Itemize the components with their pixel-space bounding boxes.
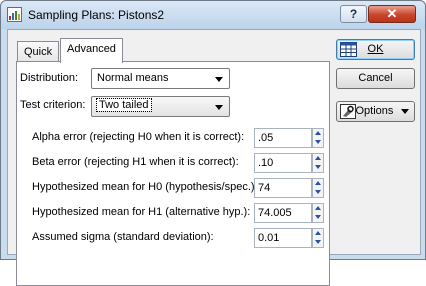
alpha-error-field[interactable]: .05 <box>254 128 312 148</box>
sigma-label: Assumed sigma (standard deviation): <box>32 231 214 243</box>
spin-up-icon <box>315 156 321 160</box>
cancel-button[interactable]: Cancel <box>336 68 415 89</box>
beta-error-field[interactable]: .10 <box>254 153 312 173</box>
h0-mean-spinner[interactable] <box>312 178 324 198</box>
spin-down-icon <box>315 165 321 169</box>
cancel-button-label: Cancel <box>358 72 393 84</box>
h0-mean-field[interactable]: 74 <box>254 178 312 198</box>
help-button[interactable]: ? <box>340 5 367 23</box>
test-criterion-select[interactable]: Two tailed <box>91 96 230 117</box>
advanced-tab-panel: Distribution: Normal means Test criterio… <box>16 61 330 286</box>
tab-quick[interactable]: Quick <box>17 41 60 62</box>
sigma-spinner[interactable] <box>312 228 324 248</box>
spin-down-icon <box>315 190 321 194</box>
chevron-down-icon <box>215 77 223 82</box>
h0-mean-value: 74 <box>258 182 271 194</box>
ok-button-label: OK <box>367 43 384 55</box>
spin-up-icon <box>315 131 321 135</box>
options-button-label: Options <box>355 105 394 117</box>
sigma-value: 0.01 <box>258 232 280 244</box>
ok-button[interactable]: OK <box>336 39 415 60</box>
alpha-error-label: Alpha error (rejecting H0 when it is cor… <box>32 131 245 143</box>
options-icon <box>340 104 356 119</box>
spin-up-icon <box>315 206 321 210</box>
title-bar[interactable]: Sampling Plans: Pistons2 ? ✕ <box>1 1 425 29</box>
chevron-down-icon <box>401 108 410 114</box>
h0-mean-label: Hypothesized mean for H0 (hypothesis/spe… <box>32 181 258 193</box>
dialog-client-area: Quick Advanced Distribution: Normal mean… <box>7 29 421 286</box>
spin-up-icon <box>315 231 321 235</box>
grid-icon <box>340 42 357 57</box>
alpha-error-value: .05 <box>258 132 274 144</box>
dialog-window: Sampling Plans: Pistons2 ? ✕ Quick Advan… <box>0 0 426 286</box>
alpha-error-spinner[interactable] <box>312 128 324 148</box>
tab-advanced[interactable]: Advanced <box>60 38 123 63</box>
h1-mean-value: 74.005 <box>258 207 292 219</box>
spin-down-icon <box>315 140 321 144</box>
beta-error-spinner[interactable] <box>312 153 324 173</box>
h1-mean-label: Hypothesized mean for H1 (alternative hy… <box>32 206 251 218</box>
h1-mean-field[interactable]: 74.005 <box>254 203 312 223</box>
spin-up-icon <box>315 181 321 185</box>
window-title: Sampling Plans: Pistons2 <box>28 8 165 22</box>
distribution-value: Normal means <box>97 72 169 84</box>
h1-mean-spinner[interactable] <box>312 203 324 223</box>
test-criterion-value: Two tailed <box>96 98 152 112</box>
options-button[interactable]: Options <box>336 101 415 122</box>
test-criterion-label: Test criterion: <box>20 99 86 111</box>
distribution-label: Distribution: <box>20 72 79 84</box>
spin-down-icon <box>315 215 321 219</box>
distribution-select[interactable]: Normal means <box>91 68 230 89</box>
beta-error-value: .10 <box>258 157 274 169</box>
close-button[interactable]: ✕ <box>368 5 416 23</box>
spin-down-icon <box>315 240 321 244</box>
beta-error-label: Beta error (rejecting H1 when it is corr… <box>32 156 239 168</box>
chevron-down-icon <box>215 105 223 110</box>
app-icon <box>7 7 22 22</box>
sigma-field[interactable]: 0.01 <box>254 228 312 248</box>
